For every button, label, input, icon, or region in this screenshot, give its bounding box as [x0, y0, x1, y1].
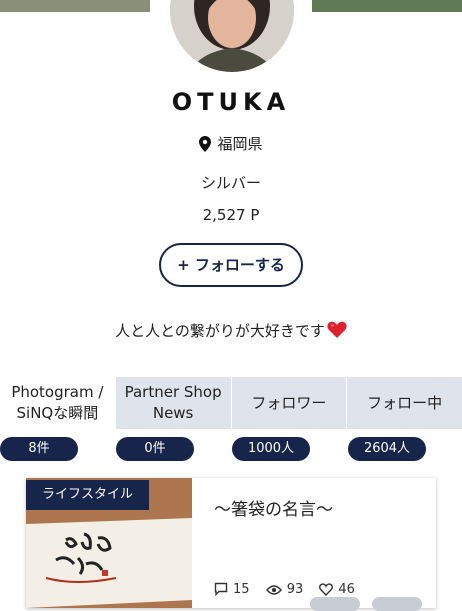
comment-icon	[214, 582, 228, 597]
comment-count: 15	[214, 582, 250, 597]
tab-label: Partner Shop	[124, 383, 222, 401]
count-badge-partner-shop-news[interactable]: 0件	[116, 437, 194, 461]
tag-chip[interactable]	[310, 597, 360, 611]
comment-count-value: 15	[233, 582, 250, 597]
category-badge: ライフスタイル	[26, 480, 150, 510]
username: OTUKA	[171, 88, 291, 116]
post-thumbnail[interactable]: ライフスタイル	[26, 478, 192, 608]
profile-tabs: Photogram / SiNQな瞬間 Partner Shop News フォロワ…	[0, 377, 462, 429]
location-text: 福岡県	[217, 135, 263, 153]
post-stats: 15 93 46	[214, 582, 367, 597]
heart-emoji-icon	[327, 321, 347, 343]
count-badge-followers[interactable]: 1000人	[232, 437, 310, 461]
tab-partner-shop-news[interactable]: Partner Shop News	[115, 377, 232, 429]
heart-icon	[319, 583, 334, 597]
tab-followers[interactable]: フォロワー	[231, 377, 348, 429]
view-count-value: 93	[286, 582, 304, 597]
post-card[interactable]: ライフスタイル 〜箸袋の名言〜 15 93 46	[26, 478, 436, 611]
follow-button[interactable]: + フォローする	[159, 243, 303, 287]
like-count-value: 46	[338, 582, 355, 597]
member-rank: シルバー	[200, 174, 261, 192]
location: 福岡県	[0, 133, 462, 156]
tag-chip[interactable]	[372, 597, 422, 611]
like-count[interactable]: 46	[319, 582, 355, 597]
tab-label: SiNQな瞬間	[16, 404, 99, 422]
tab-following[interactable]: フォロー中	[347, 377, 462, 429]
tab-label: フォロワー	[251, 393, 327, 412]
tab-label: フォロー中	[367, 393, 443, 412]
bio-text: 人と人との繋がりが大好きです	[115, 322, 325, 340]
eye-icon	[265, 585, 282, 595]
avatar[interactable]	[170, 0, 294, 72]
view-count: 93	[265, 582, 304, 597]
count-badge-following[interactable]: 2604人	[348, 437, 426, 461]
tab-photogram[interactable]: Photogram / SiNQな瞬間	[0, 377, 116, 429]
tab-counts: 8件 0件 1000人 2604人	[0, 437, 462, 461]
points-balance: 2,527 P	[202, 206, 260, 224]
count-badge-photogram[interactable]: 8件	[0, 437, 78, 461]
post-title[interactable]: 〜箸袋の名言〜	[214, 495, 333, 520]
tab-label: Photogram /	[11, 383, 104, 401]
location-pin-icon	[199, 136, 212, 156]
bio: 人と人との繋がりが大好きです	[0, 320, 462, 343]
tab-label: News	[152, 404, 194, 422]
